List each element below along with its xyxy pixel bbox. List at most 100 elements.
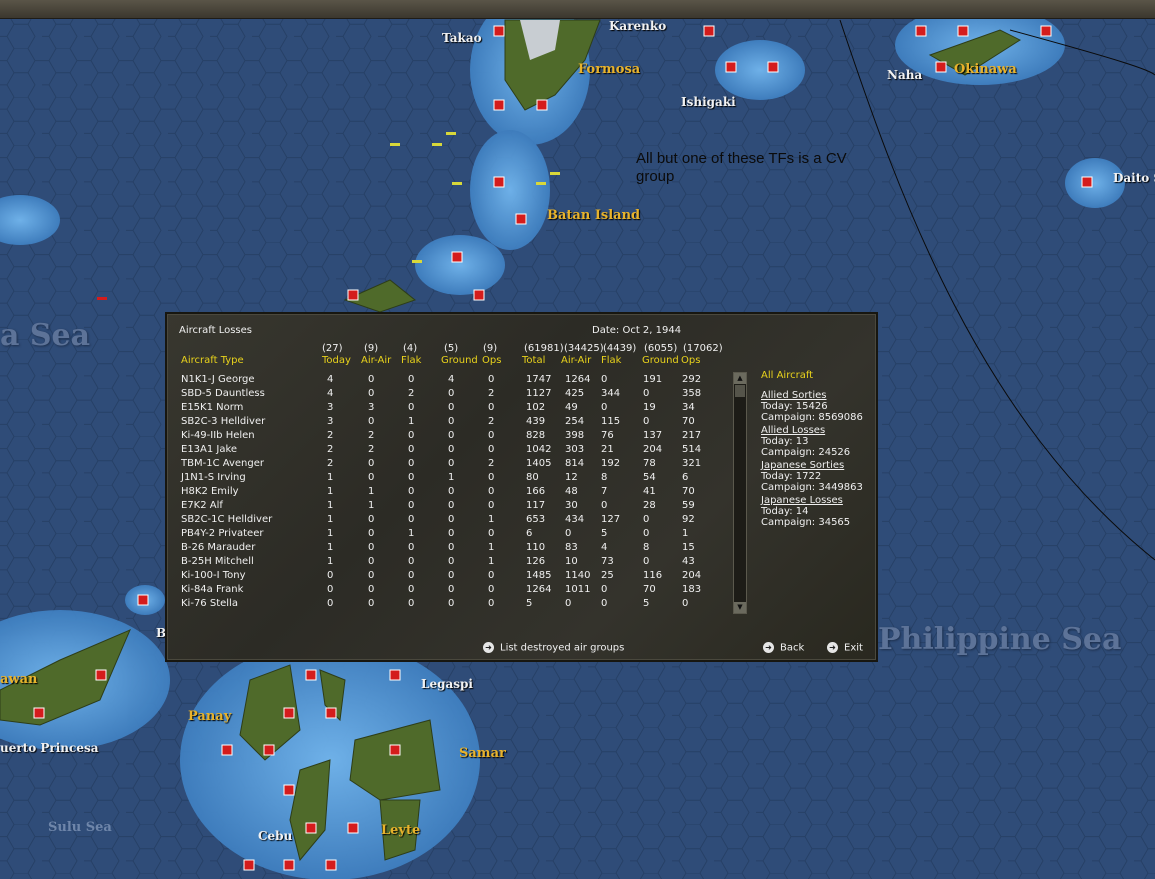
back-button[interactable]: ➜ Back: [763, 642, 804, 654]
map-label-puerto-princesa: uerto Princesa: [0, 741, 99, 755]
loss-value-cell: 0: [488, 500, 495, 511]
japanese-losses-today: Today: 14: [761, 506, 809, 517]
table-row[interactable]: E15K1 Norm 3 3 0 0 0 102 49 0 19 34: [181, 402, 741, 416]
table-row[interactable]: J1N1-S Irving 1 0 0 1 0 80 12 8 54 6: [181, 472, 741, 486]
loss-value-cell: 10: [565, 556, 578, 567]
loss-value-cell: 1: [327, 556, 334, 567]
table-row[interactable]: E7K2 Alf 1 1 0 0 0 117 30 0 28 59: [181, 500, 741, 514]
scroll-thumb[interactable]: [735, 385, 745, 397]
loss-value-cell: 1: [327, 500, 334, 511]
table-row[interactable]: TBM-1C Avenger 2 0 0 0 2 1405 814 192 78 321: [181, 458, 741, 472]
list-scrollbar[interactable]: ▲ ▼: [733, 372, 747, 614]
col-today-ops[interactable]: Ops: [482, 355, 501, 366]
loss-value-cell: 0: [488, 570, 495, 581]
loss-value-cell: 83: [565, 542, 578, 553]
loss-value-cell: 1485: [526, 570, 552, 581]
col-campaign-flak[interactable]: Flak: [601, 355, 621, 366]
total-today: (27): [322, 343, 343, 354]
total-campaign: (61981): [524, 343, 564, 354]
table-row[interactable]: PB4Y-2 Privateer 1 0 1 0 0 6 0 5 0 1: [181, 528, 741, 542]
loss-value-cell: 25: [601, 570, 614, 581]
loss-value-cell: 1011: [565, 584, 591, 595]
loss-value-cell: 1: [327, 542, 334, 553]
table-row[interactable]: SB2C-1C Helldiver 1 0 0 0 1 653 434 127 0 92: [181, 514, 741, 528]
loss-value-cell: 41: [643, 486, 656, 497]
japanese-losses-title: Japanese Losses: [761, 495, 843, 506]
allied-losses-campaign: Campaign: 24526: [761, 447, 851, 458]
loss-value-cell: 192: [601, 458, 621, 469]
col-total[interactable]: Total: [522, 355, 545, 366]
map-label-cebu: Cebu: [258, 829, 293, 843]
map-label-philippine-sea: Philippine Sea: [878, 622, 1122, 657]
col-campaign-ground[interactable]: Ground: [642, 355, 679, 366]
loss-value-cell: 34: [682, 402, 695, 413]
map-label-sulu-sea: Sulu Sea: [48, 820, 112, 835]
loss-value-cell: 166: [526, 486, 546, 497]
table-row[interactable]: Ki-84a Frank 0 0 0 0 0 1264 1011 0 70 183: [181, 584, 741, 598]
loss-value-cell: 1: [327, 472, 334, 483]
loss-value-cell: 0: [643, 416, 650, 427]
table-row[interactable]: N1K1-J George 4 0 0 4 0 1747 1264 0 191 292: [181, 374, 741, 388]
col-campaign-ops[interactable]: Ops: [681, 355, 700, 366]
table-row[interactable]: H8K2 Emily 1 1 0 0 0 166 48 7 41 70: [181, 486, 741, 500]
loss-value-cell: 0: [682, 598, 689, 609]
loss-value-cell: 0: [488, 598, 495, 609]
list-destroyed-label: List destroyed air groups: [500, 642, 625, 654]
loss-value-cell: 21: [601, 444, 614, 455]
loss-value-cell: 3: [368, 402, 375, 413]
loss-value-cell: 0: [643, 556, 650, 567]
loss-value-cell: 814: [565, 458, 585, 469]
col-today[interactable]: Today: [322, 355, 351, 366]
top-bar: [0, 0, 1155, 19]
scroll-down-icon[interactable]: ▼: [734, 602, 746, 613]
table-row[interactable]: E13A1 Jake 2 2 0 0 0 1042 303 21 204 514: [181, 444, 741, 458]
back-label: Back: [780, 642, 805, 654]
table-row[interactable]: SBD-5 Dauntless 4 0 2 0 2 1127 425 344 0 358: [181, 388, 741, 402]
exit-button[interactable]: ➜ Exit: [827, 642, 863, 654]
loss-value-cell: 2: [368, 444, 375, 455]
total-campaign-ground: (6055): [644, 343, 678, 354]
loss-value-cell: 78: [643, 458, 656, 469]
filter-all-aircraft[interactable]: All Aircraft: [761, 370, 813, 381]
loss-value-cell: 1140: [565, 570, 591, 581]
table-row[interactable]: SB2C-3 Helldiver 3 0 1 0 2 439 254 115 0 70: [181, 416, 741, 430]
list-destroyed-air-groups-button[interactable]: ➜ List destroyed air groups: [483, 642, 624, 654]
col-campaign-air-air[interactable]: Air-Air: [561, 355, 591, 366]
loss-value-cell: 2: [488, 416, 495, 427]
scroll-up-icon[interactable]: ▲: [734, 373, 746, 384]
loss-value-cell: 358: [682, 388, 702, 399]
total-campaign-flak: (4439): [603, 343, 637, 354]
loss-value-cell: 6: [682, 472, 689, 483]
table-row[interactable]: B-26 Marauder 1 0 0 0 1 110 83 4 8 15: [181, 542, 741, 556]
loss-value-cell: 0: [368, 570, 375, 581]
loss-value-cell: 3: [327, 416, 334, 427]
loss-value-cell: 2: [327, 444, 334, 455]
table-row[interactable]: B-25H Mitchell 1 0 0 0 1 126 10 73 0 43: [181, 556, 741, 570]
loss-value-cell: 0: [368, 388, 375, 399]
col-today-air-air[interactable]: Air-Air: [361, 355, 391, 366]
loss-value-cell: 0: [327, 598, 334, 609]
table-row[interactable]: Ki-76 Stella 0 0 0 0 0 5 0 0 5 0: [181, 598, 741, 612]
loss-value-cell: 1: [327, 486, 334, 497]
map-label-ishigaki: Ishigaki: [681, 95, 736, 109]
col-today-ground[interactable]: Ground: [441, 355, 478, 366]
loss-value-cell: 0: [643, 388, 650, 399]
loss-value-cell: 5: [643, 598, 650, 609]
loss-value-cell: 0: [488, 402, 495, 413]
loss-value-cell: 0: [448, 486, 455, 497]
loss-value-cell: 8: [601, 472, 608, 483]
table-row[interactable]: Ki-49-IIb Helen 2 2 0 0 0 828 398 76 137 217: [181, 430, 741, 444]
loss-value-cell: 0: [643, 514, 650, 525]
col-aircraft-type[interactable]: Aircraft Type: [181, 355, 244, 366]
loss-value-cell: 0: [368, 374, 375, 385]
loss-value-cell: 0: [448, 388, 455, 399]
loss-value-cell: 19: [643, 402, 656, 413]
loss-value-cell: 0: [448, 458, 455, 469]
loss-value-cell: 28: [643, 500, 656, 511]
table-row[interactable]: Ki-100-I Tony 0 0 0 0 0 1485 1140 25 116 204: [181, 570, 741, 584]
loss-value-cell: 73: [601, 556, 614, 567]
loss-value-cell: 116: [643, 570, 663, 581]
col-today-flak[interactable]: Flak: [401, 355, 421, 366]
loss-value-cell: 7: [601, 486, 608, 497]
loss-value-cell: 0: [488, 528, 495, 539]
